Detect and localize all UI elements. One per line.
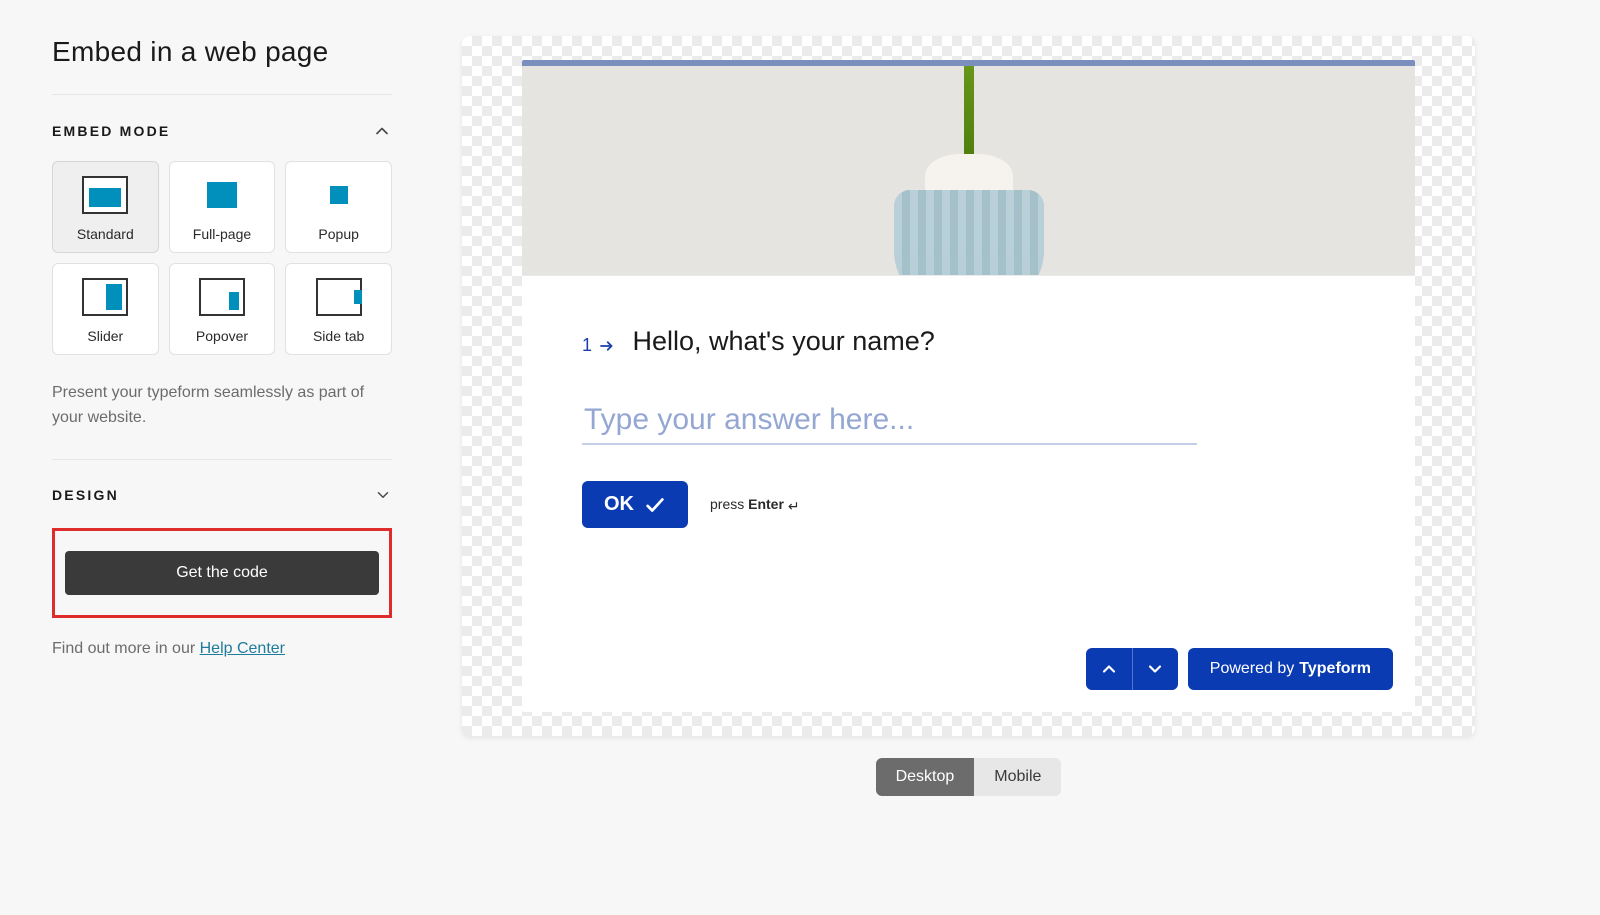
prev-question-button[interactable] bbox=[1086, 648, 1132, 690]
sidebar: Embed in a web page Embed mode Standard … bbox=[52, 36, 392, 879]
mode-popup[interactable]: Popup bbox=[285, 161, 392, 253]
next-question-button[interactable] bbox=[1132, 648, 1178, 690]
chevron-up-icon bbox=[1099, 659, 1119, 679]
form-body: 1 Hello, what's your name? OK press Ente… bbox=[522, 276, 1415, 712]
question-row: 1 Hello, what's your name? bbox=[582, 326, 1355, 357]
page-title: Embed in a web page bbox=[52, 36, 392, 95]
section-design[interactable]: Design bbox=[52, 460, 392, 508]
app-root: Embed in a web page Embed mode Standard … bbox=[0, 0, 1600, 915]
mode-popover[interactable]: Popover bbox=[169, 263, 276, 355]
mode-slider-icon bbox=[82, 278, 128, 316]
mode-standard-icon bbox=[82, 176, 128, 214]
ok-button-label: OK bbox=[604, 493, 634, 516]
section-design-label: Design bbox=[52, 487, 119, 503]
mode-fullpage-icon bbox=[199, 176, 245, 214]
mode-sidetab-label: Side tab bbox=[292, 328, 385, 344]
form-footer-controls: Powered by Typeform bbox=[1086, 648, 1393, 690]
mode-slider-label: Slider bbox=[59, 328, 152, 344]
embed-mode-grid: Standard Full-page Popup Slider bbox=[52, 161, 392, 355]
chevron-up-icon bbox=[372, 121, 392, 141]
mode-fullpage-label: Full-page bbox=[176, 226, 269, 242]
device-toggle: Desktop Mobile bbox=[876, 758, 1062, 796]
powered-by-brand: Typeform bbox=[1299, 660, 1371, 678]
mode-sidetab-icon bbox=[316, 278, 362, 316]
cta-highlight-box: Get the code bbox=[52, 528, 392, 618]
preview-panel: 1 Hello, what's your name? OK press Ente… bbox=[462, 36, 1475, 879]
help-line: Find out more in our Help Center bbox=[52, 640, 392, 658]
mode-standard[interactable]: Standard bbox=[52, 161, 159, 253]
mode-popup-icon bbox=[316, 176, 362, 214]
press-enter-prefix: press bbox=[710, 496, 748, 512]
check-icon bbox=[644, 494, 666, 516]
form-hero-image bbox=[522, 66, 1415, 276]
ok-button[interactable]: OK bbox=[582, 481, 688, 528]
mode-sidetab[interactable]: Side tab bbox=[285, 263, 392, 355]
arrow-right-icon bbox=[598, 337, 616, 355]
help-center-link[interactable]: Help Center bbox=[200, 640, 285, 657]
press-enter-hint: press Enter ↵ bbox=[710, 496, 800, 513]
embed-mode-description: Present your typeform seamlessly as part… bbox=[52, 381, 392, 460]
mode-slider[interactable]: Slider bbox=[52, 263, 159, 355]
help-prefix: Find out more in our bbox=[52, 640, 200, 657]
device-mobile-button[interactable]: Mobile bbox=[974, 758, 1061, 796]
enter-key-icon: ↵ bbox=[788, 498, 800, 515]
section-embed-mode[interactable]: Embed mode bbox=[52, 95, 392, 151]
form-stage: 1 Hello, what's your name? OK press Ente… bbox=[522, 60, 1415, 712]
mode-popup-label: Popup bbox=[292, 226, 385, 242]
question-text: Hello, what's your name? bbox=[632, 326, 934, 356]
chevron-down-icon bbox=[374, 486, 392, 504]
powered-by-button[interactable]: Powered by Typeform bbox=[1188, 648, 1393, 690]
question-nav bbox=[1086, 648, 1178, 690]
mode-standard-label: Standard bbox=[59, 226, 152, 242]
mode-popover-label: Popover bbox=[176, 328, 269, 344]
press-enter-key: Enter bbox=[748, 496, 784, 512]
question-number-value: 1 bbox=[582, 335, 592, 356]
mode-fullpage[interactable]: Full-page bbox=[169, 161, 276, 253]
submit-row: OK press Enter ↵ bbox=[582, 481, 1355, 528]
mode-popover-icon bbox=[199, 278, 245, 316]
powered-by-prefix: Powered by bbox=[1210, 660, 1295, 678]
question-number: 1 bbox=[582, 335, 616, 356]
section-embed-mode-label: Embed mode bbox=[52, 123, 170, 139]
preview-canvas: 1 Hello, what's your name? OK press Ente… bbox=[462, 36, 1475, 736]
get-code-button[interactable]: Get the code bbox=[65, 551, 379, 595]
answer-input[interactable] bbox=[582, 397, 1197, 445]
device-desktop-button[interactable]: Desktop bbox=[876, 758, 975, 796]
chevron-down-icon bbox=[1145, 659, 1165, 679]
